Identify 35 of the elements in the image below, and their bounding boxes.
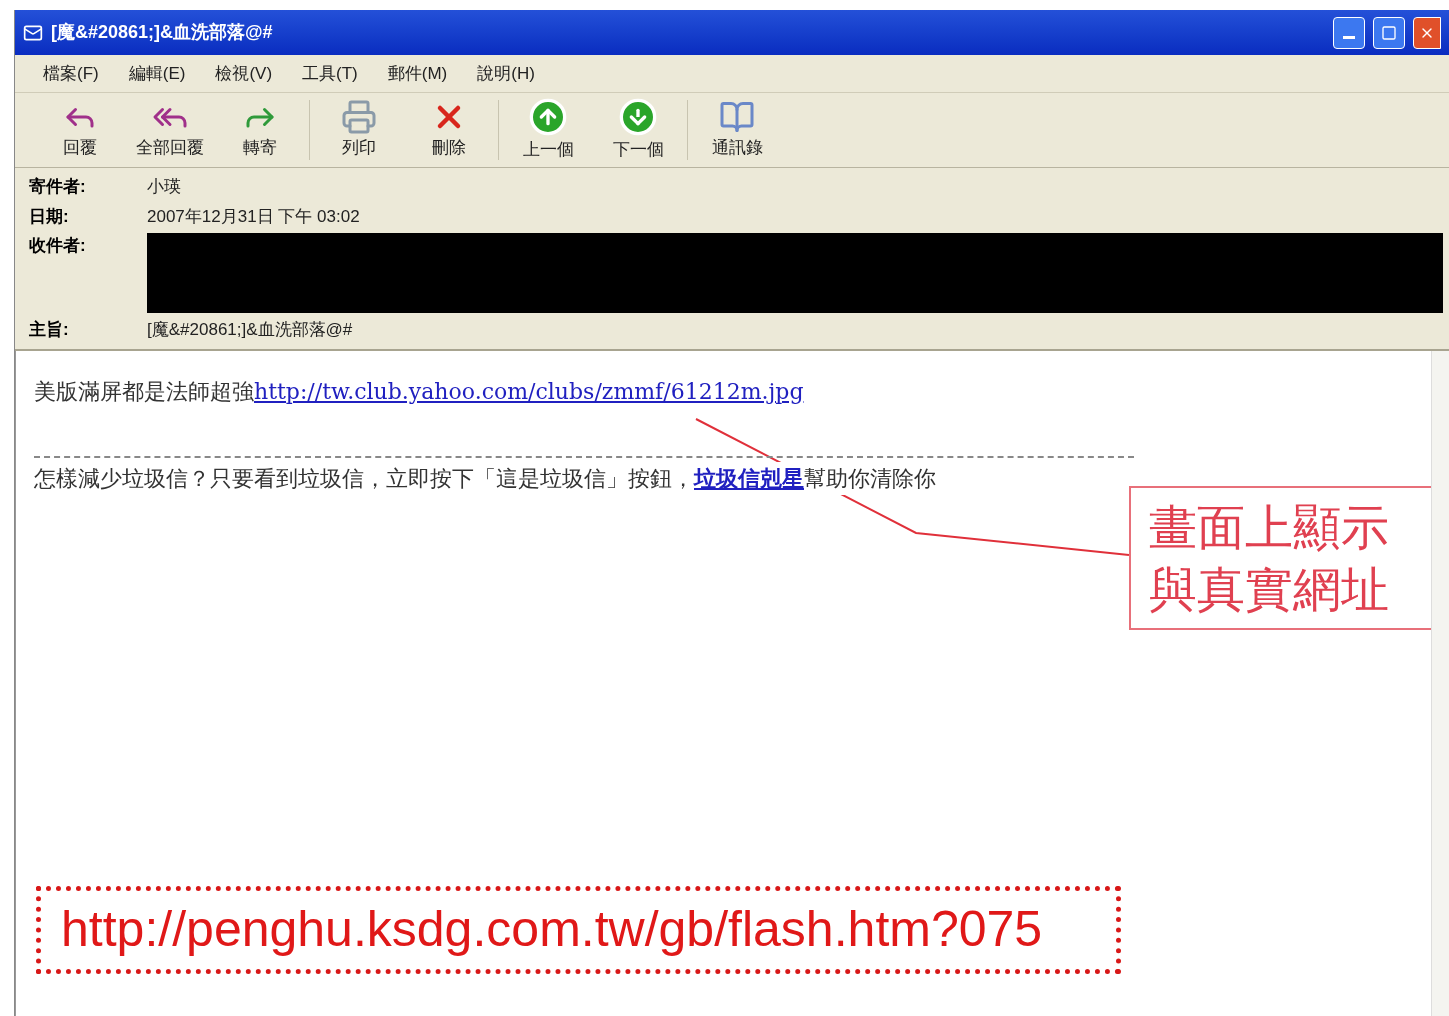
subject-text: [魔&#20861;]&血洗部落@#: [147, 319, 354, 341]
callout-text: 與真實網址: [1149, 559, 1390, 619]
spam-tip-text: 怎樣減少垃圾信？只要看到垃圾信，立即按下「這是垃圾信」按鈕，垃圾信剋星幫助你清除你: [34, 461, 936, 495]
real-url-text: http://penghu.ksdg.com.tw/gb/flash.htm?075: [61, 900, 1043, 959]
field-label: 寄件者:: [29, 176, 87, 198]
minimize-button[interactable]: [1333, 16, 1365, 49]
close-button[interactable]: [1413, 16, 1441, 49]
minimize-icon: [1343, 36, 1355, 39]
date-text: 2007年12月31日 下午 03:02: [147, 205, 361, 228]
toolbar-button[interactable]: 列印: [314, 95, 404, 165]
toolbar-button[interactable]: 通訊錄: [692, 95, 782, 165]
field-label: 收件者:: [29, 235, 87, 257]
spam-tool-link[interactable]: 垃圾信剋星: [694, 464, 804, 491]
toolbar-button[interactable]: 刪除: [404, 95, 494, 165]
maximize-button[interactable]: [1373, 16, 1405, 49]
window-title: [魔&#20861;]&血洗部落@#: [51, 21, 274, 44]
toolbar-button[interactable]: 全部回覆: [125, 95, 215, 165]
menu-item[interactable]: 郵件(M): [387, 60, 448, 87]
menu-item[interactable]: 編輯(E): [128, 60, 186, 87]
menu-item[interactable]: 工具(T): [302, 60, 358, 87]
menu-item[interactable]: 說明(H): [477, 60, 535, 87]
toolbar-button[interactable]: 下一個: [593, 95, 683, 165]
menu-item[interactable]: 檢視(V): [215, 60, 273, 87]
sender-text: 小瑛: [147, 176, 182, 198]
toolbar-button[interactable]: 回覆: [35, 95, 125, 165]
message-line: 美版滿屏都是法師超強http://tw.club.yahoo.com/clubs/zmmf/61212m.jpg: [34, 377, 805, 406]
maximize-icon: [1381, 24, 1397, 41]
field-label: 日期:: [29, 205, 70, 228]
menu-item[interactable]: 檔案(F): [43, 60, 99, 87]
toolbar-button[interactable]: 轉寄: [215, 95, 305, 165]
toolbar-button[interactable]: 上一個: [503, 95, 593, 165]
message-link[interactable]: http://tw.club.yahoo.com/clubs/zmmf/61212m.jpg: [254, 378, 804, 404]
callout-text: 畫面上顯示: [1149, 497, 1390, 557]
printer-icon: [341, 99, 377, 136]
field-label: 主旨:: [29, 319, 70, 341]
